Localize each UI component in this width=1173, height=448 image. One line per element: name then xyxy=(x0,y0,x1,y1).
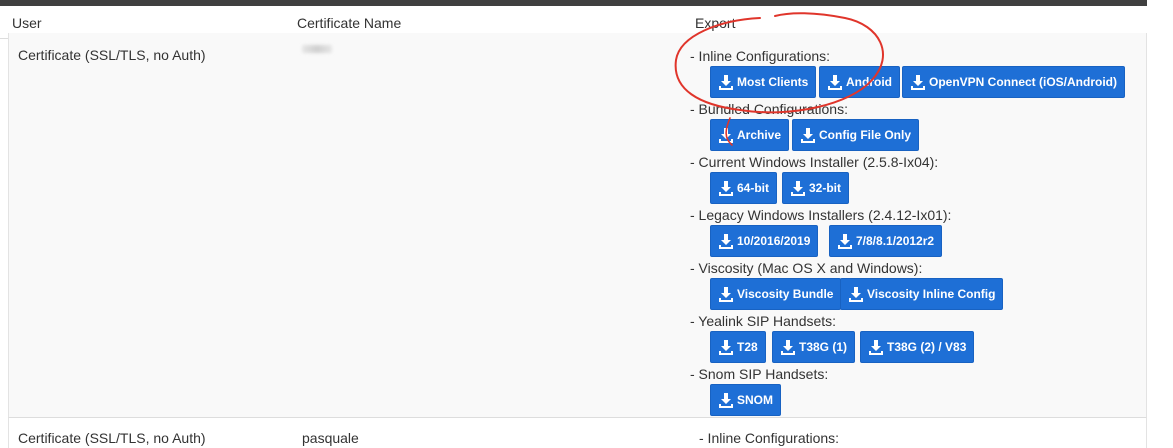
button-label: T38G (1) xyxy=(799,340,848,354)
yealink-t38g-2-button[interactable]: T38G (2) / V83 xyxy=(860,331,975,363)
download-icon xyxy=(791,181,805,196)
download-icon xyxy=(828,75,842,90)
row-certificate-name: pasquale xyxy=(302,430,359,446)
legacy-windows-7-button[interactable]: 7/8/8.1/2012r2 xyxy=(829,225,943,257)
viscosity-bundle-button[interactable]: Viscosity Bundle xyxy=(710,278,842,310)
button-label: SNOM xyxy=(737,393,773,407)
legacy-windows-10-button[interactable]: 10/2016/2019 xyxy=(710,225,819,257)
openvpn-connect-button[interactable]: OpenVPN Connect (iOS/Android) xyxy=(902,66,1125,98)
download-icon xyxy=(719,128,733,143)
redacted-certificate-name xyxy=(302,45,332,53)
group-label-viscosity: - Viscosity (Mac OS X and Windows): xyxy=(690,260,923,276)
snom-button[interactable]: SNOM xyxy=(710,384,781,416)
button-label: Archive xyxy=(737,128,782,142)
download-icon xyxy=(911,75,925,90)
android-button[interactable]: Android xyxy=(819,66,900,98)
row-user: Certificate (SSL/TLS, no Auth) xyxy=(18,430,206,446)
most-clients-button[interactable]: Most Clients xyxy=(710,66,817,98)
button-label: 7/8/8.1/2012r2 xyxy=(856,234,935,248)
button-label: Android xyxy=(846,75,892,89)
download-icon xyxy=(719,181,733,196)
button-label: Config File Only xyxy=(819,128,911,142)
table-row: Certificate (SSL/TLS, no Auth) pasquale … xyxy=(8,418,1147,448)
group-label-yealink: - Yealink SIP Handsets: xyxy=(690,313,837,329)
group-label-legacy-windows: - Legacy Windows Installers (2.4.12-Ix01… xyxy=(690,207,952,223)
yealink-t38g-1-button[interactable]: T38G (1) xyxy=(772,331,856,363)
button-label: T28 xyxy=(737,340,758,354)
group-label-bundled: - Bundled Configurations: xyxy=(690,101,848,117)
button-label: 32-bit xyxy=(809,181,842,195)
group-label-current-windows: - Current Windows Installer (2.5.8-Ix04)… xyxy=(690,154,939,170)
row-export-label: - Inline Configurations: xyxy=(699,430,840,446)
download-icon xyxy=(719,75,733,90)
button-label: Most Clients xyxy=(737,75,809,89)
download-icon xyxy=(719,234,733,249)
download-icon xyxy=(849,287,863,302)
config-file-only-button[interactable]: Config File Only xyxy=(792,119,919,151)
button-label: Viscosity Bundle xyxy=(737,287,834,301)
yealink-t28-button[interactable]: T28 xyxy=(710,331,766,363)
group-label-inline: - Inline Configurations: xyxy=(690,48,831,64)
button-label: 64-bit xyxy=(737,181,770,195)
download-icon xyxy=(719,393,733,408)
windows-64bit-button[interactable]: 64-bit xyxy=(710,172,778,204)
button-label: Viscosity Inline Config xyxy=(867,287,996,301)
download-icon xyxy=(719,287,733,302)
button-label: T38G (2) / V83 xyxy=(887,340,967,354)
header-export: Export xyxy=(695,15,736,31)
button-label: OpenVPN Connect (iOS/Android) xyxy=(929,75,1117,89)
windows-32bit-button[interactable]: 32-bit xyxy=(782,172,850,204)
download-icon xyxy=(781,340,795,355)
download-icon xyxy=(719,340,733,355)
row-user: Certificate (SSL/TLS, no Auth) xyxy=(18,47,206,63)
group-label-snom: - Snom SIP Handsets: xyxy=(690,366,829,382)
scrollbar-track[interactable] xyxy=(1147,0,1173,438)
viscosity-inline-config-button[interactable]: Viscosity Inline Config xyxy=(840,278,1004,310)
download-icon xyxy=(869,340,883,355)
header-certificate-name: Certificate Name xyxy=(297,15,402,31)
archive-button[interactable]: Archive xyxy=(710,119,790,151)
download-icon xyxy=(801,128,815,143)
button-label: 10/2016/2019 xyxy=(737,234,811,248)
download-icon xyxy=(838,234,852,249)
header-user: User xyxy=(12,15,42,31)
